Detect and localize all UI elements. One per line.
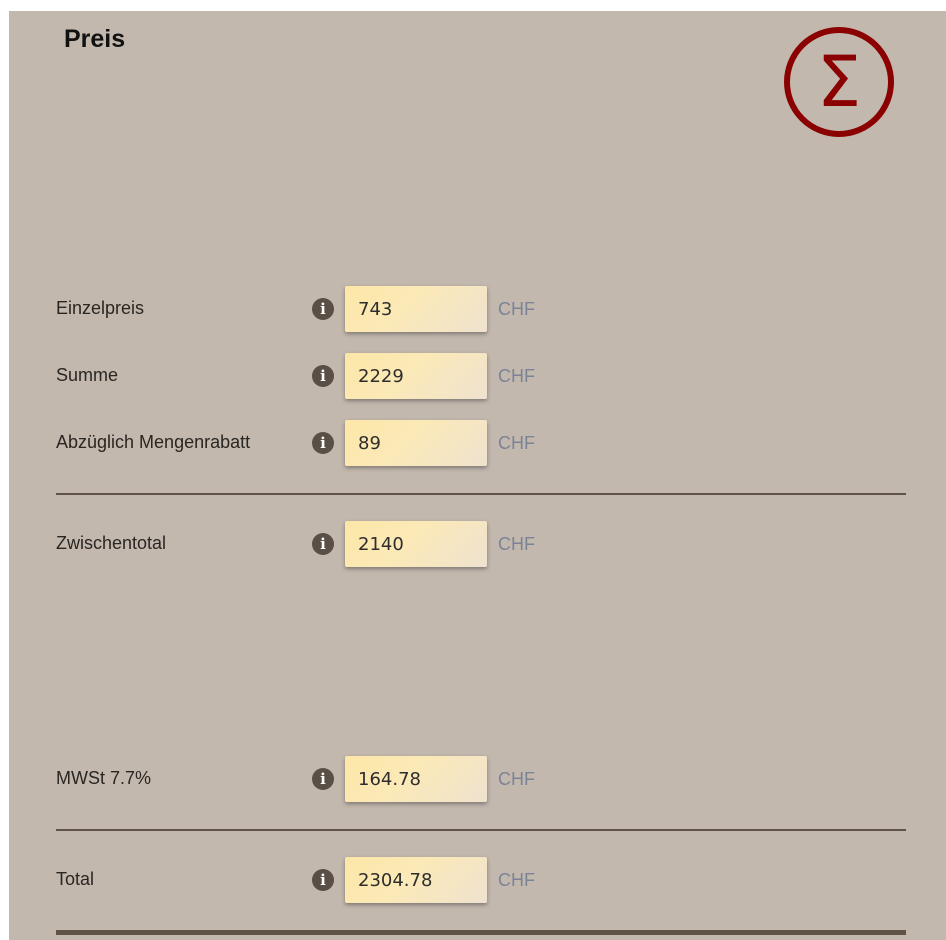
- einzelpreis-field[interactable]: [345, 286, 487, 332]
- currency-unit: CHF: [498, 769, 535, 789]
- row-mwst: MWSt 7.7% i CHF: [56, 756, 916, 804]
- row-zwischentotal: Zwischentotal i CHF: [56, 521, 916, 569]
- row-label: Zwischentotal: [56, 533, 167, 553]
- currency-unit: CHF: [498, 870, 535, 890]
- info-icon[interactable]: i: [312, 298, 334, 320]
- currency-unit: CHF: [498, 433, 535, 453]
- mengenrabatt-field[interactable]: [345, 420, 487, 466]
- divider: [56, 829, 906, 831]
- logo-glyph: Σ: [817, 41, 861, 123]
- info-icon[interactable]: i: [312, 533, 334, 555]
- row-mengenrabatt: Abzüglich Mengenrabatt i CHF: [56, 420, 916, 468]
- divider-total: [56, 930, 906, 935]
- row-einzelpreis: Einzelpreis i CHF: [56, 286, 916, 334]
- info-icon[interactable]: i: [312, 365, 334, 387]
- row-label: MWSt 7.7%: [56, 768, 152, 788]
- info-icon[interactable]: i: [312, 768, 334, 790]
- info-icon[interactable]: i: [312, 432, 334, 454]
- row-label: Summe: [56, 365, 119, 385]
- mwst-field[interactable]: [345, 756, 487, 802]
- currency-unit: CHF: [498, 299, 535, 319]
- currency-unit: CHF: [498, 534, 535, 554]
- page-title: Preis: [64, 25, 126, 53]
- sigma-icon: Σ: [784, 27, 894, 137]
- price-panel: Preis Σ Einzelpreis i CHF Summe i CHF Ab…: [9, 11, 946, 940]
- row-label: Einzelpreis: [56, 298, 145, 318]
- row-label: Total: [56, 869, 95, 889]
- currency-unit: CHF: [498, 366, 535, 386]
- info-icon[interactable]: i: [312, 869, 334, 891]
- row-summe: Summe i CHF: [56, 353, 916, 401]
- zwischentotal-field[interactable]: [345, 521, 487, 567]
- total-field[interactable]: [345, 857, 487, 903]
- row-label: Abzüglich Mengenrabatt: [56, 432, 251, 452]
- row-total: Total i CHF: [56, 857, 916, 905]
- divider: [56, 493, 906, 495]
- summe-field[interactable]: [345, 353, 487, 399]
